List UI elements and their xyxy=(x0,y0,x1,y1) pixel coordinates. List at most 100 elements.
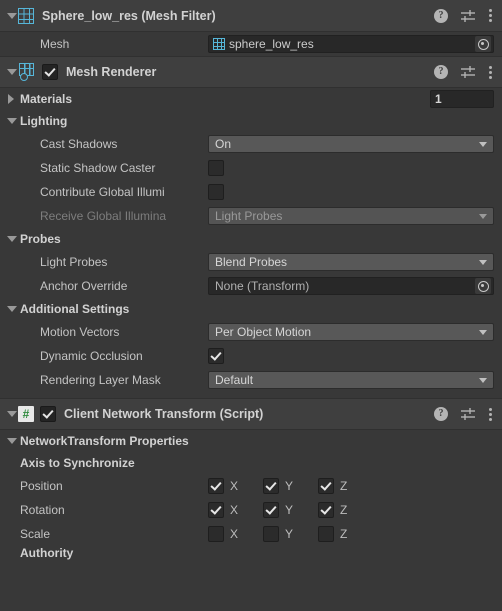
header-icon-group-client-network-transform: ? xyxy=(434,406,492,422)
row-axis-rotation: Rotation X Y Z xyxy=(0,498,502,522)
row-axis-position: Position X Y Z xyxy=(0,474,502,498)
kebab-menu-icon[interactable] xyxy=(488,406,492,422)
axis-label-x: X xyxy=(230,527,239,541)
header-icon-group-mesh-renderer: ? xyxy=(434,64,492,80)
rendering-layer-mask-dropdown[interactable]: Default xyxy=(208,371,494,389)
component-body-mesh-renderer: Materials 1 Lighting Cast Shadows On Sta… xyxy=(0,88,502,398)
motion-vectors-value: Per Object Motion xyxy=(215,325,312,339)
light-probes-dropdown[interactable]: Blend Probes xyxy=(208,253,494,271)
component-header-mesh-renderer[interactable]: Mesh Renderer ? xyxy=(0,56,502,88)
motion-vectors-dropdown[interactable]: Per Object Motion xyxy=(208,323,494,341)
foldout-arrow-probes[interactable] xyxy=(4,232,18,246)
label-static-shadow-caster: Static Shadow Caster xyxy=(40,161,156,175)
chevron-down-icon xyxy=(479,141,487,147)
foldout-arrow-additional-settings[interactable] xyxy=(4,302,18,316)
subheading-label: Axis to Synchronize xyxy=(20,456,135,470)
scale-x-checkbox[interactable] xyxy=(208,526,224,542)
label-rendering-layer-mask: Rendering Layer Mask xyxy=(40,373,161,387)
materials-size-value: 1 xyxy=(435,92,442,106)
unity-inspector-panel: Sphere_low_res (Mesh Filter) ? Mesh sphe… xyxy=(0,0,502,611)
label-dynamic-occlusion: Dynamic Occlusion xyxy=(40,349,143,363)
receive-global-illumination-value: Light Probes xyxy=(215,209,283,223)
rotation-z-checkbox[interactable] xyxy=(318,502,334,518)
rotation-y-checkbox[interactable] xyxy=(263,502,279,518)
dynamic-occlusion-checkbox[interactable] xyxy=(208,348,224,364)
foldout-arrow-client-network-transform[interactable] xyxy=(4,407,18,421)
axis-label-z: Z xyxy=(340,479,348,493)
row-mesh: Mesh sphere_low_res xyxy=(0,32,502,56)
light-probes-value: Blend Probes xyxy=(215,255,288,269)
header-icon-group-mesh-filter: ? xyxy=(434,8,492,24)
rotation-y-group: Y xyxy=(263,502,318,518)
foldout-arrow-mesh-filter[interactable] xyxy=(4,9,18,23)
section-lighting[interactable]: Lighting xyxy=(0,110,502,132)
scale-y-checkbox[interactable] xyxy=(263,526,279,542)
mesh-object-field[interactable]: sphere_low_res xyxy=(208,35,494,53)
subheading-axis-to-synchronize: Axis to Synchronize xyxy=(0,452,502,474)
label-receive-global-illumination: Receive Global Illumina xyxy=(40,209,167,223)
section-materials[interactable]: Materials 1 xyxy=(0,88,502,110)
static-shadow-caster-checkbox[interactable] xyxy=(208,160,224,176)
section-label-additional-settings: Additional Settings xyxy=(20,302,130,316)
row-dynamic-occlusion: Dynamic Occlusion xyxy=(0,344,502,368)
materials-size-field[interactable]: 1 xyxy=(430,90,494,108)
preset-icon[interactable] xyxy=(460,407,476,421)
object-picker-icon[interactable] xyxy=(475,36,491,52)
component-enabled-checkbox-mesh-renderer[interactable] xyxy=(42,64,58,80)
axis-label-y: Y xyxy=(285,503,294,517)
section-label-materials: Materials xyxy=(20,92,73,106)
row-cast-shadows: Cast Shadows On xyxy=(0,132,502,156)
axis-label-z: Z xyxy=(340,503,348,517)
section-probes[interactable]: Probes xyxy=(0,228,502,250)
kebab-menu-icon[interactable] xyxy=(488,64,492,80)
component-title-client-network-transform: Client Network Transform (Script) xyxy=(64,407,264,421)
anchor-override-value: None (Transform) xyxy=(215,279,310,293)
axis-label-y: Y xyxy=(285,479,294,493)
foldout-arrow-mesh-renderer[interactable] xyxy=(4,65,18,79)
component-header-mesh-filter[interactable]: Sphere_low_res (Mesh Filter) ? xyxy=(0,0,502,32)
scale-x-group: X xyxy=(208,526,263,542)
help-icon[interactable]: ? xyxy=(434,65,448,79)
rotation-x-checkbox[interactable] xyxy=(208,502,224,518)
preset-icon[interactable] xyxy=(460,9,476,23)
foldout-arrow-networktransform-properties[interactable] xyxy=(4,434,18,448)
anchor-override-object-field[interactable]: None (Transform) xyxy=(208,277,494,295)
position-x-checkbox[interactable] xyxy=(208,478,224,494)
object-picker-icon[interactable] xyxy=(475,278,491,294)
subheading-authority-label: Authority xyxy=(20,546,74,560)
foldout-arrow-materials[interactable] xyxy=(4,92,18,106)
position-y-group: Y xyxy=(263,478,318,494)
position-y-checkbox[interactable] xyxy=(263,478,279,494)
component-header-client-network-transform[interactable]: # Client Network Transform (Script) ? xyxy=(0,398,502,430)
axis-label-z: Z xyxy=(340,527,348,541)
csharp-script-icon: # xyxy=(18,406,34,422)
rendering-layer-mask-value: Default xyxy=(215,373,254,387)
row-anchor-override: Anchor Override None (Transform) xyxy=(0,274,502,298)
preset-icon[interactable] xyxy=(460,65,476,79)
foldout-arrow-lighting[interactable] xyxy=(4,114,18,128)
help-icon[interactable]: ? xyxy=(434,8,448,23)
contribute-global-illumination-checkbox[interactable] xyxy=(208,184,224,200)
kebab-menu-icon[interactable] xyxy=(488,8,492,24)
section-networktransform-properties[interactable]: NetworkTransform Properties xyxy=(0,430,502,452)
chevron-down-icon xyxy=(479,213,487,219)
component-body-client-network-transform: NetworkTransform Properties Axis to Sync… xyxy=(0,430,502,560)
position-z-group: Z xyxy=(318,478,373,494)
scale-z-group: Z xyxy=(318,526,373,542)
cast-shadows-dropdown[interactable]: On xyxy=(208,135,494,153)
scale-z-checkbox[interactable] xyxy=(318,526,334,542)
label-rotation: Rotation xyxy=(20,503,65,517)
component-body-mesh-filter: Mesh sphere_low_res xyxy=(0,32,502,56)
chevron-down-icon xyxy=(479,329,487,335)
label-position: Position xyxy=(20,479,63,493)
section-label-probes: Probes xyxy=(20,232,61,246)
position-z-checkbox[interactable] xyxy=(318,478,334,494)
mesh-asset-icon xyxy=(213,38,225,50)
scale-y-group: Y xyxy=(263,526,318,542)
rotation-x-group: X xyxy=(208,502,263,518)
component-enabled-checkbox-client-network-transform[interactable] xyxy=(40,406,56,422)
label-motion-vectors: Motion Vectors xyxy=(40,325,120,339)
mesh-object-value: sphere_low_res xyxy=(229,37,314,51)
help-icon[interactable]: ? xyxy=(434,407,448,421)
section-additional-settings[interactable]: Additional Settings xyxy=(0,298,502,320)
